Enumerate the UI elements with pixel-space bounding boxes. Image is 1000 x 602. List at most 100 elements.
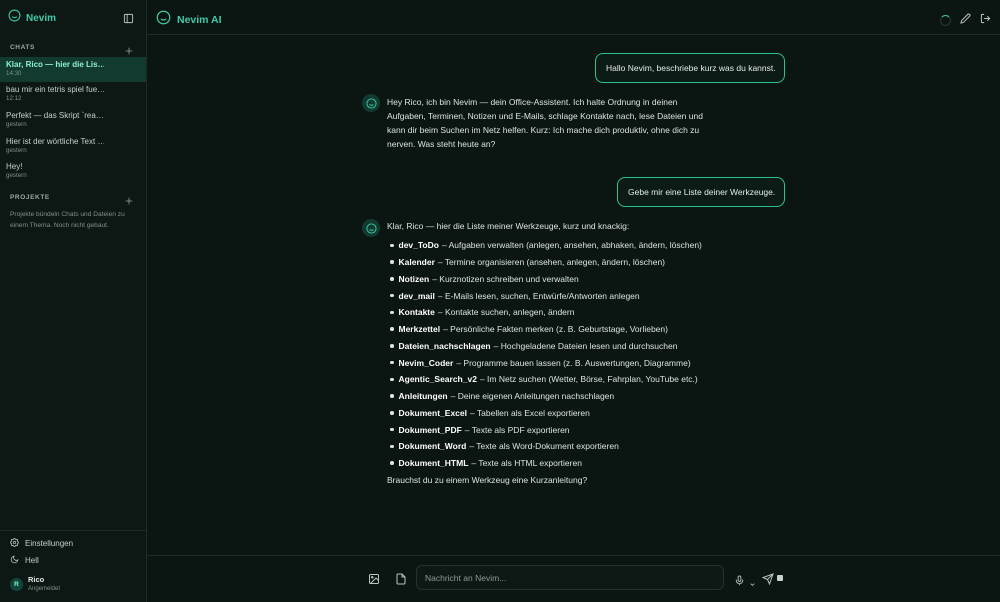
bot-message-line: kann dir beim Suchen im Netz helfen. Kur… bbox=[387, 125, 700, 135]
chat-list-item[interactable]: Hey! gestern bbox=[0, 159, 146, 184]
tool-list-item: Kalender – Termine organisieren (ansehen,… bbox=[390, 254, 702, 271]
sidebar: Nevim CHATS Klar, Rico — hier die Lis… 1… bbox=[0, 0, 147, 602]
edit-pencil-icon[interactable] bbox=[960, 11, 971, 29]
theme-toggle[interactable]: Hell bbox=[10, 555, 39, 566]
user-avatar[interactable]: R bbox=[10, 578, 23, 591]
chat-list-item[interactable]: Perfekt — das Skript `rea… gestern bbox=[0, 108, 146, 133]
tool-desc: – Im Netz suchen (Wetter, Börse, Fahrpla… bbox=[479, 374, 698, 385]
chat-time: gestern bbox=[6, 147, 27, 154]
tool-name: Kontakte bbox=[398, 307, 435, 318]
chat-title: Perfekt — das Skript `rea… bbox=[6, 111, 104, 120]
tool-name: dev_ToDo bbox=[398, 240, 439, 251]
tool-name: Kalender bbox=[398, 257, 435, 268]
chat-title: Hey! bbox=[6, 162, 23, 171]
chat-time: 12:12 bbox=[6, 95, 22, 102]
tool-desc: – Texte als Word-Dokument exportieren bbox=[469, 441, 619, 452]
settings-label: Einstellungen bbox=[25, 539, 74, 548]
user-message-text: Gebe mir eine Liste deiner Werkzeuge. bbox=[628, 187, 776, 197]
chat-title: Hier ist der wörtliche Text … bbox=[6, 137, 104, 146]
user-name: Rico bbox=[28, 575, 45, 584]
moon-icon bbox=[10, 555, 19, 566]
user-message: Gebe mir eine Liste deiner Werkzeuge. bbox=[617, 177, 785, 207]
tool-desc: – Kontakte suchen, anlegen, ändern bbox=[437, 307, 575, 318]
tool-list: dev_ToDo – Aufgaben verwalten (anlegen, a… bbox=[390, 237, 702, 472]
top-bar: Nevim AI bbox=[147, 0, 1000, 35]
tool-desc: – Persönliche Fakten merken (z. B. Gebur… bbox=[443, 324, 668, 335]
tool-name: Notizen bbox=[398, 273, 430, 284]
tool-desc: – Tabellen als Excel exportieren bbox=[470, 407, 590, 418]
tool-name: Dokument_Excel bbox=[398, 407, 468, 418]
tool-desc: – Hochgeladene Dateien lesen und durchsu… bbox=[493, 340, 678, 351]
send-icon[interactable] bbox=[761, 572, 774, 586]
sidebar-toggle-icon[interactable] bbox=[123, 11, 135, 24]
tool-list-item: Dokument_HTML – Texte als HTML exportiere… bbox=[390, 455, 702, 472]
header-actions bbox=[940, 11, 991, 29]
smiley-icon bbox=[365, 222, 377, 234]
bot-message: Hey Rico, ich bin Nevim — dein Office-As… bbox=[387, 95, 703, 151]
tool-desc: – Kurznotizen schreiben und verwalten bbox=[432, 273, 579, 284]
tool-list-item: Dateien_nachschlagen – Hochgeladene Datei… bbox=[390, 338, 702, 355]
theme-label: Hell bbox=[25, 556, 39, 565]
chat-title: bau mir ein tetris spiel fue… bbox=[6, 85, 104, 94]
user-message: Hallo Nevim, beschriebe kurz was du kann… bbox=[595, 53, 785, 83]
chat-title: Klar, Rico — hier die Lis… bbox=[6, 60, 104, 69]
tool-list-item: Dokument_Excel – Tabellen als Excel expor… bbox=[390, 405, 702, 422]
gear-icon bbox=[10, 538, 19, 549]
tool-list-item: Dokument_Word – Texte als Word-Dokument e… bbox=[390, 438, 702, 455]
message-input[interactable] bbox=[425, 572, 715, 583]
chats-heading: CHATS bbox=[10, 44, 35, 51]
tool-list-item: Merkzettel – Persönliche Fakten merken (z… bbox=[390, 321, 702, 338]
stop-icon[interactable] bbox=[777, 575, 783, 581]
projects-hint: Projekte bündeln Chats und Dateien zu ei… bbox=[10, 211, 125, 229]
tool-desc: – E-Mails lesen, suchen, Entwürfe/Antwor… bbox=[437, 290, 640, 301]
chevron-down-icon[interactable] bbox=[749, 575, 757, 586]
tool-list-item: Dokument_PDF – Texte als PDF exportieren bbox=[390, 421, 702, 438]
tool-name: Nevim_Coder bbox=[398, 357, 454, 368]
chat-time: gestern bbox=[6, 172, 27, 179]
tool-name: Dateien_nachschlagen bbox=[398, 340, 491, 351]
tool-list-item: dev_mail – E-Mails lesen, suchen, Entwürf… bbox=[390, 287, 702, 304]
tool-desc: – Deine eigenen Anleitungen nachschlagen bbox=[450, 391, 615, 402]
tool-list-item: dev_ToDo – Aufgaben verwalten (anlegen, a… bbox=[390, 237, 702, 254]
header-brand: Nevim AI bbox=[156, 10, 222, 30]
tool-list-item: Agentic_Search_v2– Im Netz suchen (Wette… bbox=[390, 371, 702, 388]
page-title: Nevim AI bbox=[177, 14, 222, 26]
chat-time: gestern bbox=[6, 121, 27, 128]
tool-list-item: Kontakte – Kontakte suchen, anlegen, ände… bbox=[390, 304, 702, 321]
new-chat-plus-icon[interactable] bbox=[124, 43, 135, 55]
chat-list-item[interactable]: Klar, Rico — hier die Lis… 14:30 bbox=[0, 57, 146, 82]
logout-icon[interactable] bbox=[980, 11, 991, 29]
microphone-icon[interactable] bbox=[734, 573, 746, 586]
settings-menu-item[interactable]: Einstellungen bbox=[10, 538, 73, 549]
tool-name: dev_mail bbox=[398, 290, 435, 301]
tool-desc: – Texte als PDF exportieren bbox=[464, 424, 570, 435]
bot-message-line: nerven. Was steht heute an? bbox=[387, 139, 496, 149]
message-input-box[interactable] bbox=[416, 565, 724, 590]
bot-message-outro: Brauchst du zu einem Werkzeug eine Kurza… bbox=[387, 475, 588, 485]
smiley-logo-icon bbox=[8, 9, 21, 27]
tool-desc: – Aufgaben verwalten (anlegen, ansehen, … bbox=[441, 240, 702, 251]
tool-list-item: Nevim_Coder – Programme bauen lassen (z. … bbox=[390, 354, 702, 371]
tool-list-item: Notizen – Kurznotizen schreiben und verwa… bbox=[390, 271, 702, 288]
projects-heading: PROJEKTE bbox=[10, 194, 50, 201]
chat-list-item[interactable]: Hier ist der wörtliche Text … gestern bbox=[0, 134, 146, 159]
bot-message-line: Aufgaben, Terminen, Notizen und E-Mails,… bbox=[387, 111, 703, 121]
tool-desc: – Texte als HTML exportieren bbox=[471, 458, 582, 469]
brand-name: Nevim bbox=[26, 12, 57, 24]
tool-desc: – Programme bauen lassen (z. B. Auswertu… bbox=[456, 357, 691, 368]
smiley-icon bbox=[365, 97, 377, 109]
loading-spinner-icon bbox=[940, 14, 951, 26]
tool-name: Dokument_Word bbox=[398, 441, 467, 452]
tool-name: Agentic_Search_v2 bbox=[398, 374, 477, 385]
image-upload-icon[interactable] bbox=[368, 572, 380, 584]
tool-name: Merkzettel bbox=[398, 324, 441, 335]
chat-list-item[interactable]: bau mir ein tetris spiel fue… 12:12 bbox=[0, 82, 146, 107]
file-attach-icon[interactable] bbox=[395, 572, 407, 585]
new-project-plus-icon[interactable] bbox=[124, 193, 135, 205]
user-message-text: Hallo Nevim, beschriebe kurz was du kann… bbox=[606, 63, 776, 73]
sidebar-brand[interactable]: Nevim bbox=[8, 9, 57, 27]
chat-time: 14:30 bbox=[6, 70, 22, 77]
bot-message-intro: Klar, Rico — hier die Liste meiner Werkz… bbox=[387, 221, 630, 231]
bot-avatar bbox=[362, 94, 380, 112]
tool-name: Dokument_PDF bbox=[398, 424, 462, 435]
